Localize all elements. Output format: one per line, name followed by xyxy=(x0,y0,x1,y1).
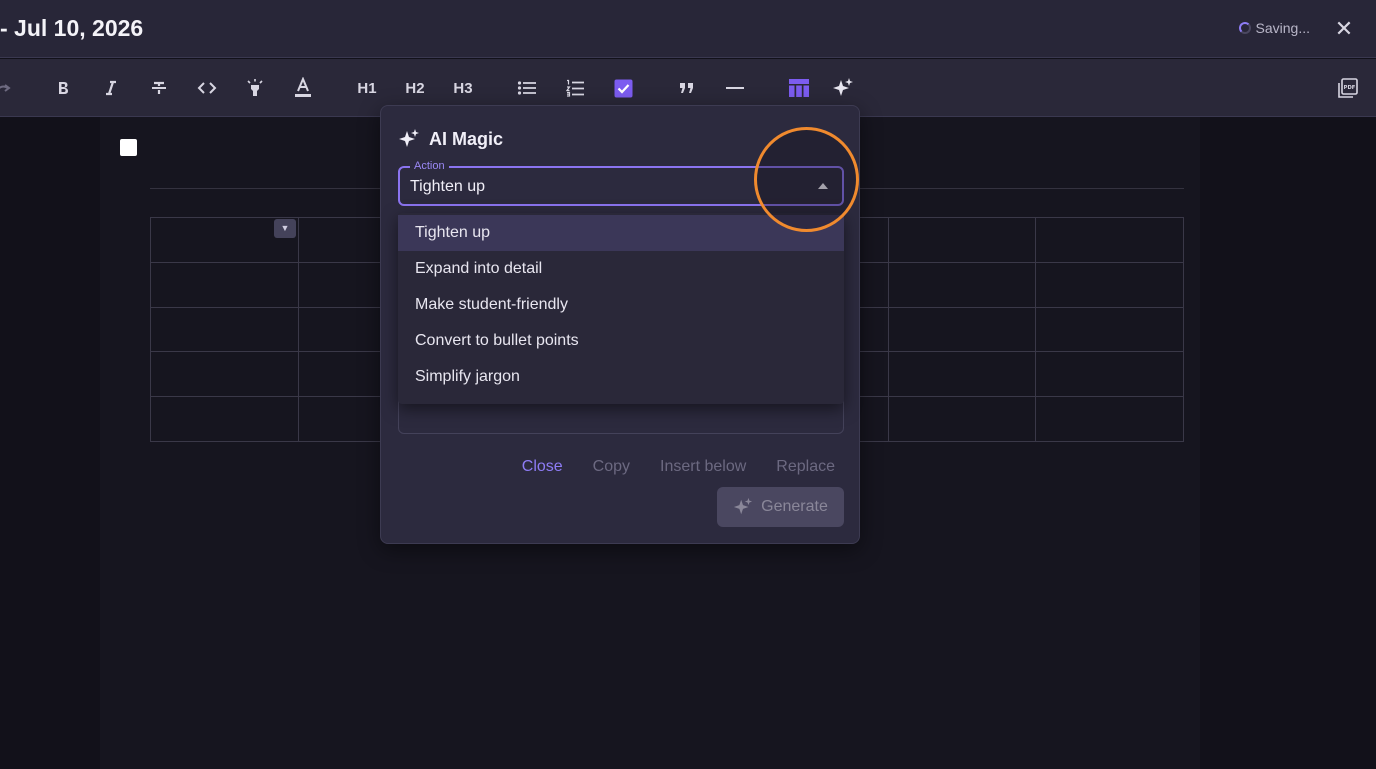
ai-magic-icon[interactable] xyxy=(828,73,858,103)
heading-2-button[interactable]: H2 xyxy=(400,73,430,103)
table-cell[interactable] xyxy=(887,261,1037,308)
highlight-icon[interactable] xyxy=(240,73,270,103)
top-bar: - Jul 10, 2026 Saving... ✕ xyxy=(0,0,1376,58)
menu-item-simplify-jargon[interactable]: Simplify jargon xyxy=(398,359,844,395)
heading-3-button[interactable]: H3 xyxy=(448,73,478,103)
task-checkbox[interactable] xyxy=(120,139,137,156)
code-icon[interactable] xyxy=(192,73,222,103)
replace-button[interactable]: Replace xyxy=(776,458,835,476)
action-label: Action xyxy=(410,160,449,172)
redo-icon[interactable] xyxy=(0,73,18,103)
action-dropdown-menu: Tighten up Expand into detail Make stude… xyxy=(398,213,844,404)
close-icon[interactable]: ✕ xyxy=(1334,18,1354,40)
bold-icon[interactable] xyxy=(48,73,78,103)
text-color-icon[interactable] xyxy=(288,73,318,103)
click-highlight-ring xyxy=(754,127,859,232)
table-icon[interactable] xyxy=(784,73,814,103)
table-cell[interactable] xyxy=(1035,217,1184,263)
panel-actions: Close Copy Insert below Replace xyxy=(522,458,835,476)
table-cell[interactable] xyxy=(1035,306,1184,353)
table-cell[interactable] xyxy=(1035,351,1184,398)
table-cell[interactable] xyxy=(150,396,299,442)
copy-button[interactable]: Copy xyxy=(593,458,630,476)
insert-below-button[interactable]: Insert below xyxy=(660,458,746,476)
save-status: Saving... xyxy=(1238,20,1310,36)
action-selected-value: Tighten up xyxy=(410,178,486,195)
heading-1-button[interactable]: H1 xyxy=(352,73,382,103)
generate-label: Generate xyxy=(761,498,828,515)
sparkle-icon xyxy=(734,497,753,515)
horizontal-rule-icon[interactable] xyxy=(720,73,750,103)
cell-menu-chevron-down-icon[interactable]: ▼ xyxy=(274,219,296,238)
svg-text:PDF: PDF xyxy=(1344,85,1356,91)
table-cell[interactable] xyxy=(1035,261,1184,308)
table-cell[interactable] xyxy=(887,396,1037,442)
save-status-text: Saving... xyxy=(1255,20,1310,36)
panel-header: AI Magic xyxy=(398,128,503,150)
table-cell[interactable] xyxy=(150,306,299,353)
generate-button[interactable]: Generate xyxy=(717,487,844,527)
numbered-list-icon[interactable] xyxy=(560,73,590,103)
close-button[interactable]: Close xyxy=(522,458,563,476)
menu-item-convert-to-bullet-points[interactable]: Convert to bullet points xyxy=(398,323,844,359)
blockquote-icon[interactable] xyxy=(672,73,702,103)
table-cell[interactable] xyxy=(150,261,299,308)
bullet-list-icon[interactable] xyxy=(512,73,542,103)
table-cell[interactable] xyxy=(887,351,1037,398)
sparkle-icon xyxy=(399,129,419,147)
strikethrough-icon[interactable] xyxy=(144,73,174,103)
document-title: - Jul 10, 2026 xyxy=(0,15,144,41)
panel-title: AI Magic xyxy=(429,128,504,149)
table-cell[interactable] xyxy=(887,306,1037,353)
table-cell[interactable] xyxy=(150,351,299,398)
menu-item-make-student-friendly[interactable]: Make student-friendly xyxy=(398,287,844,323)
pdf-export-icon[interactable]: PDF xyxy=(1333,73,1363,103)
table-cell[interactable] xyxy=(887,217,1037,263)
italic-icon[interactable] xyxy=(96,73,126,103)
loading-spinner-icon xyxy=(1238,22,1251,34)
menu-item-expand-into-detail[interactable]: Expand into detail xyxy=(398,251,844,287)
task-list-icon[interactable] xyxy=(608,73,638,103)
table-cell[interactable] xyxy=(1035,396,1184,442)
